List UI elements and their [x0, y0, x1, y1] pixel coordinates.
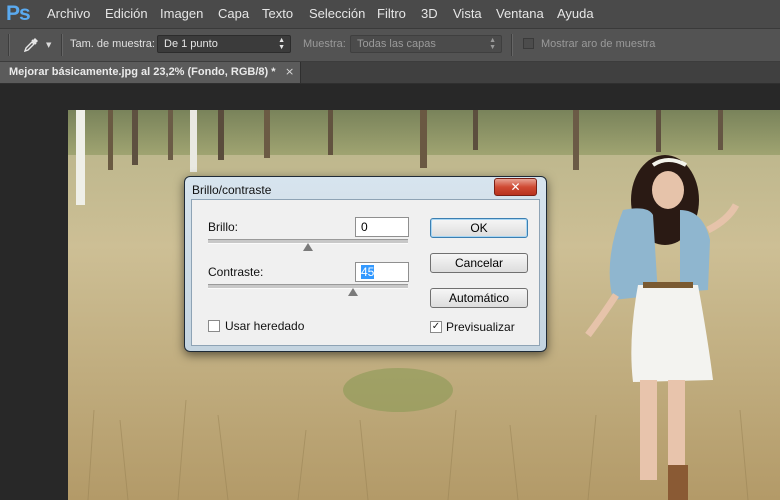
menu-filtro[interactable]: Filtro — [377, 6, 406, 21]
menu-imagen[interactable]: Imagen — [160, 6, 203, 21]
document-tab[interactable]: Mejorar básicamente.jpg al 23,2% (Fondo,… — [0, 62, 301, 83]
auto-button-label: Automático — [448, 291, 510, 305]
menu-edicion[interactable]: Edición — [105, 6, 148, 21]
legacy-checkbox[interactable] — [208, 320, 220, 332]
options-separator — [511, 34, 513, 56]
document-tab-title: Mejorar básicamente.jpg al 23,2% (Fondo,… — [9, 66, 276, 78]
contrast-label: Contraste: — [208, 265, 264, 279]
show-ring-checkbox[interactable] — [523, 38, 534, 49]
ok-button[interactable]: OK — [430, 218, 528, 238]
sample-size-select[interactable]: De 1 punto ▲ ▼ — [157, 35, 291, 53]
preview-label: Previsualizar — [446, 320, 515, 334]
legacy-label: Usar heredado — [225, 319, 305, 333]
tool-preset-chevron-down-icon[interactable]: ▼ — [46, 41, 51, 49]
options-grip — [8, 34, 10, 56]
preview-checkbox[interactable]: ✓ — [430, 321, 442, 333]
sample-value: Todas las capas — [357, 38, 436, 50]
brightness-contrast-dialog: Brillo/contraste ✕ Brillo: 0 Contraste: … — [184, 176, 547, 352]
show-ring-label: Mostrar aro de muestra — [541, 38, 656, 50]
brightness-label: Brillo: — [208, 220, 239, 234]
contrast-slider-thumb[interactable] — [348, 288, 358, 296]
checkmark-icon: ✓ — [431, 321, 441, 332]
dialog-body: Brillo: 0 Contraste: 45 Usar heredado OK… — [191, 199, 540, 346]
menu-ventana[interactable]: Ventana — [496, 6, 544, 21]
menu-vista[interactable]: Vista — [453, 6, 482, 21]
contrast-slider-track[interactable] — [208, 284, 408, 289]
ok-button-label: OK — [470, 221, 488, 235]
menu-seleccion[interactable]: Selección — [309, 6, 365, 21]
menu-bar: Ps Archivo Edición Imagen Capa Texto Sel… — [0, 0, 780, 29]
brightness-input[interactable]: 0 — [355, 217, 409, 237]
select-arrows-icon: ▲ ▼ — [278, 37, 285, 51]
menu-capa[interactable]: Capa — [218, 6, 249, 21]
cancel-button[interactable]: Cancelar — [430, 253, 528, 273]
brightness-slider-thumb[interactable] — [303, 243, 313, 251]
options-separator — [61, 34, 63, 56]
auto-button[interactable]: Automático — [430, 288, 528, 308]
dialog-close-button[interactable]: ✕ — [494, 178, 537, 196]
sample-select[interactable]: Todas las capas ▲ ▼ — [350, 35, 502, 53]
close-icon: ✕ — [510, 180, 521, 194]
contrast-input[interactable]: 45 — [355, 262, 409, 282]
dialog-title: Brillo/contraste — [192, 183, 272, 197]
options-bar: ▼ Tam. de muestra: De 1 punto ▲ ▼ Muestra… — [0, 29, 780, 62]
eyedropper-icon[interactable] — [22, 36, 40, 54]
cancel-button-label: Cancelar — [454, 256, 504, 270]
contrast-value: 45 — [361, 265, 375, 279]
menu-ayuda[interactable]: Ayuda — [557, 6, 594, 21]
sample-size-label: Tam. de muestra: — [70, 38, 155, 50]
select-arrows-icon: ▲ ▼ — [489, 37, 496, 51]
brightness-value: 0 — [361, 220, 368, 234]
document-tab-bar: Mejorar básicamente.jpg al 23,2% (Fondo,… — [0, 62, 780, 84]
menu-3d[interactable]: 3D — [421, 6, 438, 21]
menu-archivo[interactable]: Archivo — [47, 6, 90, 21]
close-icon[interactable]: × — [285, 65, 294, 78]
app-logo: Ps — [6, 2, 31, 25]
sample-size-value: De 1 punto — [164, 38, 218, 50]
sample-label: Muestra: — [303, 38, 346, 50]
menu-texto[interactable]: Texto — [262, 6, 293, 21]
